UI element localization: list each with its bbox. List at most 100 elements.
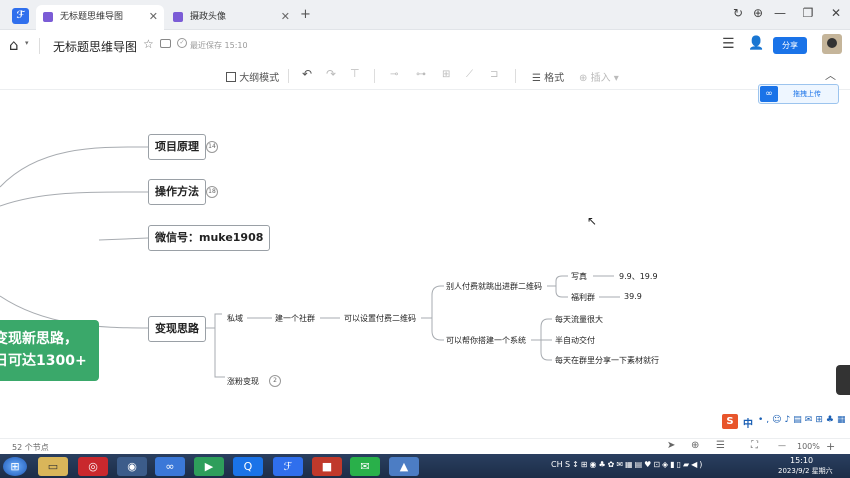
root-node[interactable]: 变现新思路， 日可达1300+ — [0, 320, 99, 381]
zoom-level[interactable]: 100% — [797, 442, 820, 451]
locate-icon[interactable]: ➤ — [667, 440, 675, 451]
node-daily-share[interactable]: 每天在群里分享一下素材就行 — [555, 355, 659, 366]
node-others-pay[interactable]: 别人付费就跳出进群二维码 — [446, 281, 542, 292]
node-pay-qr[interactable]: 可以设置付费二维码 — [344, 313, 416, 324]
node-photo-price[interactable]: 9.9、19.9 — [619, 271, 658, 282]
system-tray-icons[interactable]: S↕⊞◉♣✿✉▦▤♥⊡◈▮▯▰◀) — [565, 460, 704, 469]
branch-node-principle[interactable]: 项目原理 — [148, 134, 206, 160]
format-icon: ☰ — [532, 73, 541, 84]
node-photo[interactable]: 写真 — [571, 271, 587, 282]
ime-toolbar: S 中 •,☺♪▤✉⊞♣▦ — [722, 414, 850, 430]
relation-line-icon[interactable]: ⟋ — [466, 69, 473, 80]
toolbar-divider — [374, 69, 375, 83]
side-panel-handle[interactable] — [836, 365, 850, 395]
undo-icon[interactable]: ↶ — [302, 67, 312, 81]
zoom-in-button[interactable]: + — [826, 440, 835, 453]
netease-music-icon[interactable]: ◎ — [78, 457, 108, 476]
toolbar-divider — [288, 69, 289, 83]
insert-parent-icon[interactable]: ⊞ — [442, 69, 450, 80]
mindmap-app-icon[interactable]: ℱ — [273, 457, 303, 476]
node-help-build[interactable]: 可以帮你搭建一个系统 — [446, 335, 526, 346]
taskbar-date[interactable]: 2023/9/2 星期六 — [778, 466, 833, 476]
chrome-icon[interactable]: ◉ — [117, 457, 147, 476]
sogou-ime-icon[interactable]: S — [722, 414, 738, 429]
node-private-domain[interactable]: 私域 — [227, 313, 243, 324]
tab-close-icon[interactable]: ✕ — [281, 5, 290, 29]
insert-sibling-icon[interactable]: ⊸ — [390, 69, 398, 80]
branch-node-monetize[interactable]: 变现思路 — [148, 316, 206, 342]
toolbar-divider — [515, 69, 516, 83]
outline-mode-label: 大纲模式 — [239, 73, 280, 84]
tab-avatar[interactable]: 摄政头像 ✕ — [166, 5, 296, 30]
app-logo-icon[interactable]: ℱ — [12, 8, 29, 24]
file-explorer-icon[interactable]: ▭ — [38, 457, 68, 476]
app-header: ⌂ ▾ 无标题思维导图 ☆ ✓ 最近保存 15:10 ☰ 👤 分享 — [0, 30, 850, 62]
avatar[interactable] — [822, 34, 842, 54]
branch-node-method[interactable]: 操作方法 — [148, 179, 206, 205]
chevron-down-icon: ▾ — [613, 73, 619, 84]
zoom-out-button[interactable]: — — [778, 441, 786, 450]
node-semi-auto[interactable]: 半自动交付 — [555, 335, 595, 346]
outline-mode-button[interactable]: 大纲模式 — [226, 69, 279, 84]
minimize-button[interactable]: — — [772, 6, 788, 20]
add-collaborator-icon[interactable]: 👤 — [748, 36, 764, 51]
connector-lines — [0, 146, 620, 378]
home-icon[interactable]: ⌂ — [9, 36, 19, 54]
pin-icon[interactable]: ⊕ — [750, 6, 766, 20]
node-fans-monetize[interactable]: 涨粉变现 — [227, 376, 259, 387]
windows-taskbar: ⊞ ▭ ◎ ◉ ∞ ▶ Q ℱ ■ ✉ ▲ CH S↕⊞◉♣✿✉▦▤♥⊡◈▮▯▰… — [0, 454, 850, 478]
taskbar-time[interactable]: 15:10 — [790, 456, 813, 465]
insert-child-icon[interactable]: ⊶ — [416, 69, 426, 80]
screen-recorder-icon[interactable]: ■ — [312, 457, 342, 476]
qq-browser-icon[interactable]: Q — [233, 457, 263, 476]
move-folder-icon[interactable] — [160, 39, 171, 48]
summary-icon[interactable]: ⊐ — [490, 69, 498, 80]
start-button[interactable]: ⊞ — [3, 457, 27, 476]
view-menu-icon[interactable]: ☰ — [716, 440, 725, 451]
photos-app-icon[interactable]: ▲ — [389, 457, 419, 476]
refresh-icon[interactable]: ↻ — [730, 6, 746, 20]
node-daily-traffic[interactable]: 每天流量很大 — [555, 314, 603, 325]
home-dropdown-icon[interactable]: ▾ — [25, 39, 29, 47]
mindmap-doc-icon — [173, 12, 183, 22]
format-label: 格式 — [544, 73, 565, 84]
share-button[interactable]: 分享 — [773, 37, 807, 54]
restore-button[interactable]: ❐ — [800, 6, 816, 20]
menu-icon[interactable]: ☰ — [722, 36, 735, 52]
tab-close-icon[interactable]: ✕ — [149, 5, 158, 29]
ime-mode-label[interactable]: 中 — [743, 415, 753, 430]
node-build-community[interactable]: 建一个社群 — [275, 313, 315, 324]
wechat-icon[interactable]: ✉ — [350, 457, 380, 476]
document-title[interactable]: 无标题思维导图 — [53, 38, 137, 55]
root-node-line1: 变现新思路， — [0, 331, 78, 347]
ime-tool-icons[interactable]: •,☺♪▤✉⊞♣▦ — [758, 415, 848, 425]
baidu-netdisk-icon[interactable]: ∞ — [155, 457, 185, 476]
insert-label: 插入 — [590, 73, 611, 84]
collapsed-count-badge[interactable]: 14 — [206, 141, 218, 153]
format-button[interactable]: ☰ 格式 — [532, 69, 564, 84]
upload-app-icon: ∞ — [760, 86, 778, 102]
node-count: 52 个节点 — [12, 443, 49, 452]
insert-button[interactable]: ⊕ 插入 ▾ — [579, 69, 619, 84]
video-player-icon[interactable]: ▶ — [194, 457, 224, 476]
tab-label: 无标题思维导图 — [60, 12, 124, 22]
collapsed-count-badge[interactable]: 18 — [206, 186, 218, 198]
format-painter-icon[interactable]: ⊤ — [350, 67, 360, 80]
tab-mindmap[interactable]: 无标题思维导图 ✕ — [36, 5, 164, 30]
fit-screen-icon[interactable]: ⛶ — [751, 440, 758, 451]
center-view-icon[interactable]: ⊕ — [691, 440, 699, 451]
branch-node-wechat[interactable]: 微信号：muke1908 — [148, 225, 271, 251]
new-tab-button[interactable]: + — [300, 7, 311, 22]
ime-language[interactable]: CH — [551, 460, 563, 469]
save-status: 最近保存 15:10 — [190, 41, 248, 50]
close-window-button[interactable]: ✕ — [828, 6, 844, 20]
star-icon[interactable]: ☆ — [143, 37, 154, 51]
mindmap-canvas[interactable]: 变现新思路， 日可达1300+ 项目原理 14 操作方法 18 微信号：muke… — [0, 90, 850, 438]
collapse-toolbar-icon[interactable]: ︿ — [825, 67, 836, 83]
node-welfare-group[interactable]: 福利群 — [571, 292, 595, 303]
drag-upload-widget[interactable]: ∞ 拖拽上传 — [758, 84, 839, 104]
node-welfare-price[interactable]: 39.9 — [624, 292, 642, 301]
mouse-cursor-icon: ↖ — [587, 214, 598, 228]
collapsed-count-badge[interactable]: 2 — [269, 375, 281, 387]
redo-icon[interactable]: ↷ — [326, 67, 336, 81]
